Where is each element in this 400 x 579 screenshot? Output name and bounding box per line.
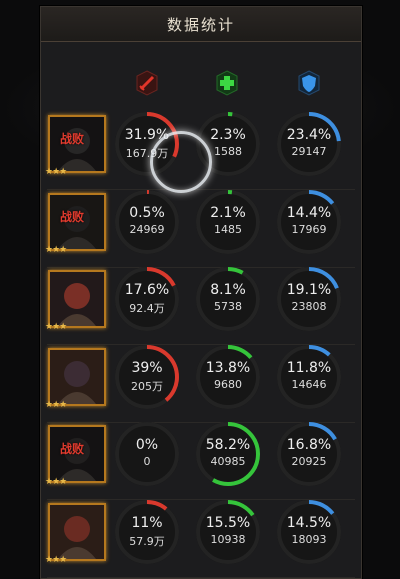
tank-stat: 19.1% 23808 xyxy=(276,266,342,332)
touch-cursor-ring xyxy=(150,131,212,193)
shield-icon xyxy=(298,70,320,96)
heal-ring xyxy=(196,267,260,331)
damage-icon xyxy=(136,70,158,96)
damage-stat: 39% 205万 xyxy=(114,344,180,410)
heal-stat: 13.8% 9680 xyxy=(195,344,261,410)
tank-value: 18093 xyxy=(291,533,327,546)
tank-ring xyxy=(277,345,341,409)
hero-avatar-image xyxy=(50,272,104,326)
tank-stat: 16.8% 20925 xyxy=(276,421,342,487)
hero-stars: ★★★ xyxy=(45,555,67,565)
tank-stat: 14.4% 17969 xyxy=(276,189,342,255)
hero-stars: ★★★ xyxy=(45,477,67,487)
defeat-label: 战败 xyxy=(60,132,85,146)
heal-percent: 58.2% xyxy=(205,437,251,453)
panel-title: 数据统计 xyxy=(166,15,235,34)
hero-portrait[interactable]: 战败 xyxy=(48,425,106,483)
hero-row: 战败 ★★★ 0.5% 24969 2.1% 1485 14.4% 17969 xyxy=(41,189,361,268)
damage-value: 24969 xyxy=(129,223,165,236)
damage-ring xyxy=(115,267,179,331)
damage-stat: 0.5% 24969 xyxy=(114,189,180,255)
heal-percent: 2.3% xyxy=(210,127,246,143)
damage-percent: 39% xyxy=(131,360,163,376)
tank-value: 14646 xyxy=(291,378,327,391)
tank-percent: 19.1% xyxy=(286,282,332,298)
tank-ring xyxy=(277,112,341,176)
tank-ring xyxy=(277,500,341,564)
hero-row: ★★★ 39% 205万 13.8% 9680 11.8% 14646 xyxy=(41,344,361,423)
hero-portrait[interactable] xyxy=(48,270,106,328)
row-divider xyxy=(47,577,355,578)
tank-percent: 14.4% xyxy=(286,205,332,221)
hero-portrait[interactable] xyxy=(48,503,106,561)
heal-ring xyxy=(196,422,260,486)
damage-percent: 0% xyxy=(135,437,159,453)
damage-ring xyxy=(115,190,179,254)
tank-value: 17969 xyxy=(291,223,327,236)
hero-stars: ★★★ xyxy=(45,400,67,410)
tank-ring xyxy=(277,267,341,331)
damage-value: 205万 xyxy=(131,380,163,393)
tank-stat: 23.4% 29147 xyxy=(276,111,342,177)
heal-ring xyxy=(196,500,260,564)
damage-stat: 0% 0 xyxy=(114,421,180,487)
hero-avatar-image xyxy=(50,350,104,404)
tank-percent: 14.5% xyxy=(286,515,332,531)
tank-percent: 23.4% xyxy=(286,127,332,143)
tank-value: 23808 xyxy=(291,300,327,313)
hero-row: ★★★ 11% 57.9万 15.5% 10938 14.5% 18093 xyxy=(41,499,361,578)
hero-row: 战败 ★★★ 0% 0 58.2% 40985 16.8% 20925 xyxy=(41,421,361,500)
hero-portrait[interactable] xyxy=(48,348,106,406)
damage-percent: 0.5% xyxy=(129,205,165,221)
heal-percent: 8.1% xyxy=(210,282,246,298)
damage-value: 92.4万 xyxy=(129,302,165,315)
column-headers xyxy=(41,69,361,97)
heal-value: 9680 xyxy=(214,378,242,391)
hero-stars: ★★★ xyxy=(45,322,67,332)
stats-panel: 数据统计 战败 ★★★ 31.9% 167.9万 2.3% 1588 23.4% 29147 战… xyxy=(40,6,362,579)
damage-stat: 17.6% 92.4万 xyxy=(114,266,180,332)
tank-ring xyxy=(277,422,341,486)
heal-ring xyxy=(196,190,260,254)
heal-value: 5738 xyxy=(214,300,242,313)
heal-percent: 2.1% xyxy=(210,205,246,221)
tank-value: 29147 xyxy=(291,145,327,158)
damage-ring xyxy=(115,345,179,409)
heal-percent: 13.8% xyxy=(205,360,251,376)
tank-value: 20925 xyxy=(291,455,327,468)
tank-stat: 14.5% 18093 xyxy=(276,499,342,565)
defeat-label: 战败 xyxy=(60,210,85,224)
hero-row: ★★★ 17.6% 92.4万 8.1% 5738 19.1% 23808 xyxy=(41,266,361,345)
damage-percent: 11% xyxy=(131,515,163,531)
heal-stat: 58.2% 40985 xyxy=(195,421,261,487)
hero-portrait[interactable]: 战败 xyxy=(48,115,106,173)
heal-stat: 2.1% 1485 xyxy=(195,189,261,255)
hero-portrait[interactable]: 战败 xyxy=(48,193,106,251)
hero-stars: ★★★ xyxy=(45,167,67,177)
heal-ring xyxy=(196,345,260,409)
damage-ring xyxy=(115,500,179,564)
hero-avatar-image xyxy=(50,505,104,559)
heal-value: 40985 xyxy=(210,455,246,468)
heal-stat: 15.5% 10938 xyxy=(195,499,261,565)
heal-icon xyxy=(216,70,238,96)
heal-value: 10938 xyxy=(210,533,246,546)
tank-stat: 11.8% 14646 xyxy=(276,344,342,410)
hero-stars: ★★★ xyxy=(45,245,67,255)
heal-value: 1485 xyxy=(214,223,242,236)
damage-ring xyxy=(115,422,179,486)
heal-percent: 15.5% xyxy=(205,515,251,531)
damage-value: 0 xyxy=(143,455,151,468)
damage-value: 57.9万 xyxy=(129,535,165,548)
damage-percent: 17.6% xyxy=(124,282,170,298)
tank-percent: 16.8% xyxy=(286,437,332,453)
title-bar: 数据统计 xyxy=(41,7,361,42)
defeat-label: 战败 xyxy=(60,442,85,456)
tank-percent: 11.8% xyxy=(286,360,332,376)
heal-stat: 8.1% 5738 xyxy=(195,266,261,332)
damage-stat: 11% 57.9万 xyxy=(114,499,180,565)
tank-ring xyxy=(277,190,341,254)
